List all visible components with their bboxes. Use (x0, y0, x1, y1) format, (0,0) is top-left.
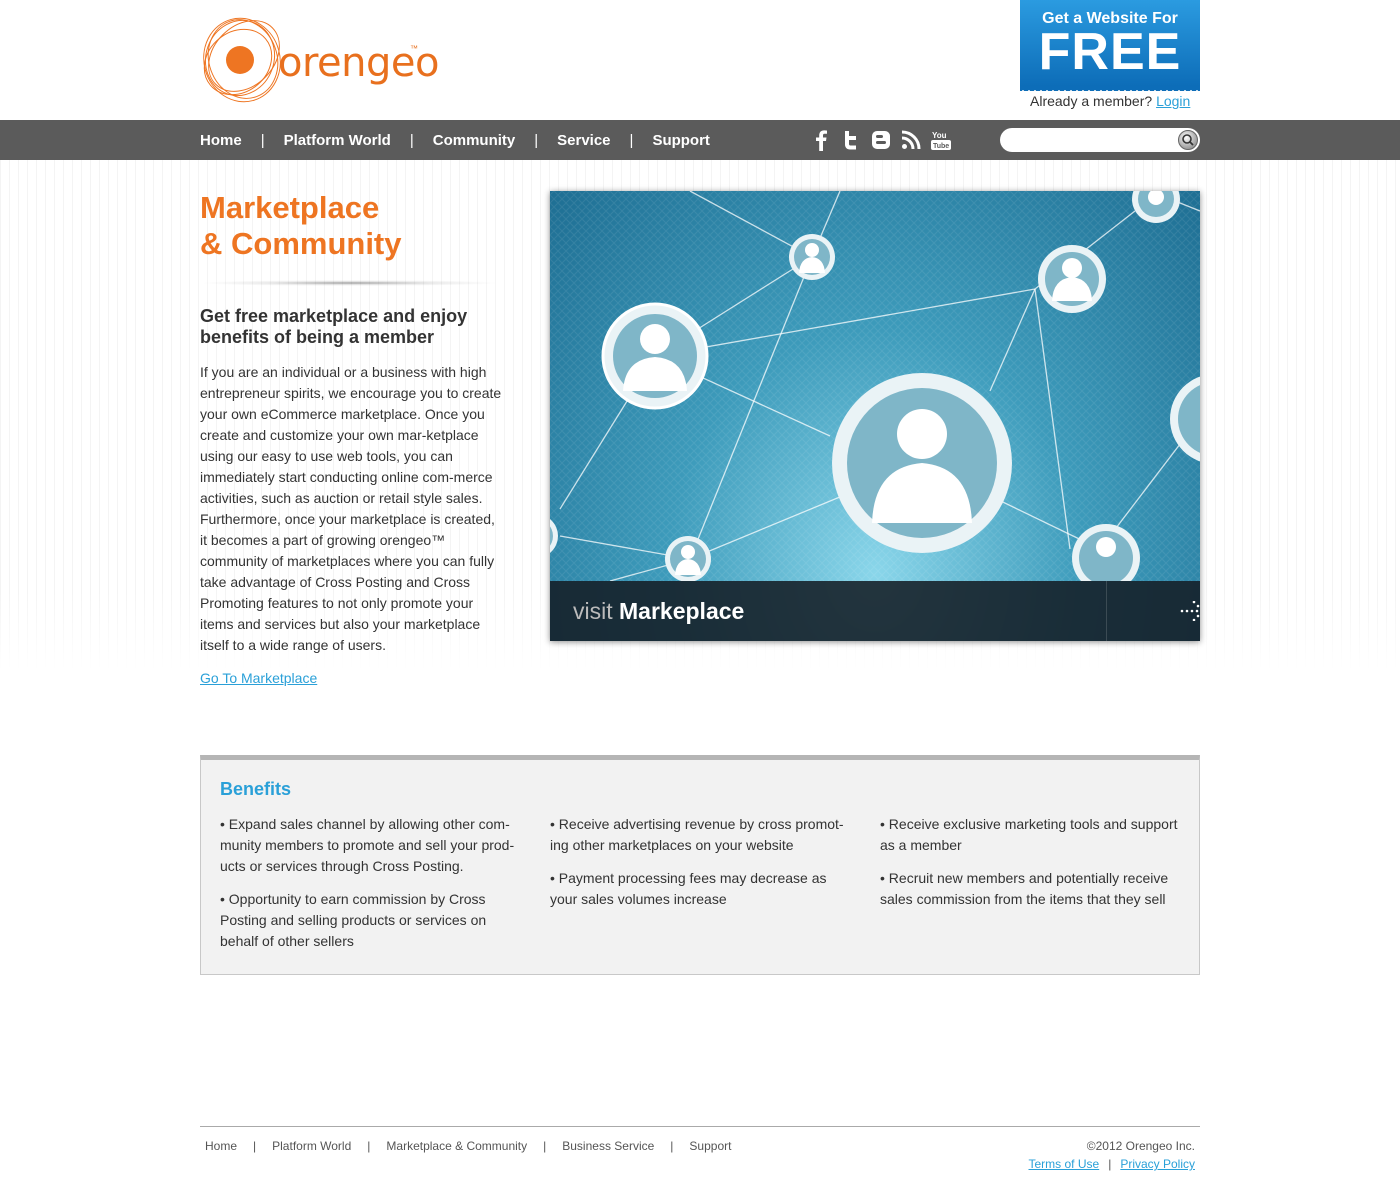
nav-item-community[interactable]: Community (433, 132, 516, 149)
benefits-column-1: • Expand sales channel by allowing other… (220, 814, 520, 964)
nav-separator: | (534, 131, 539, 149)
nav-separator: | (629, 131, 634, 149)
hero-caption-bar[interactable]: visit Markeplace (550, 581, 1200, 641)
title-line2: & Community (200, 226, 402, 261)
footer-separator: | (670, 1139, 674, 1153)
hero-caption: visit Markeplace (573, 598, 744, 625)
page-title: Marketplace & Community (200, 190, 402, 262)
footer-separator: | (543, 1139, 547, 1153)
legal-separator: | (1108, 1157, 1112, 1171)
benefit-item: • Expand sales channel by allowing other… (220, 816, 515, 874)
marketplace-hero-banner[interactable]: visit Markeplace (550, 191, 1200, 641)
login-link[interactable]: Login (1156, 93, 1190, 109)
footer-separator: | (253, 1139, 257, 1153)
search-button[interactable] (1178, 130, 1198, 150)
twitter-icon[interactable] (840, 129, 861, 151)
blogger-icon[interactable] (870, 129, 891, 151)
svg-text:Tube: Tube (933, 143, 949, 150)
benefits-heading: Benefits (220, 779, 292, 799)
youtube-icon[interactable]: You Tube (930, 129, 951, 151)
footer-separator: | (367, 1139, 371, 1153)
title-line1: Marketplace (200, 190, 380, 225)
benefit-item: • Payment processing fees may decrease a… (550, 870, 827, 907)
network-illustration (550, 191, 1200, 581)
footer-link-marketplace-community[interactable]: Marketplace & Community (386, 1139, 527, 1153)
privacy-policy-link[interactable]: Privacy Policy (1120, 1157, 1195, 1171)
facebook-icon[interactable] (810, 129, 831, 151)
social-icons: You Tube (810, 129, 951, 151)
benefit-item: • Recruit new members and potentially re… (880, 870, 1169, 907)
footer-divider (200, 1126, 1200, 1127)
free-banner-line2: FREE (1038, 23, 1182, 81)
logo-trademark: ™ (410, 44, 418, 53)
logo[interactable]: orengeo ™ (198, 12, 439, 107)
hero-caption-divider (1106, 581, 1107, 641)
footer-link-home[interactable]: Home (205, 1139, 237, 1153)
footer-nav: Home | Platform World | Marketplace & Co… (205, 1139, 731, 1153)
nav-items: Home | Platform World | Community | Serv… (200, 120, 710, 160)
intro-paragraph: If you are an individual or a business w… (200, 364, 502, 653)
footer-link-support[interactable]: Support (689, 1139, 731, 1153)
hero-target-word: Markeplace (619, 598, 745, 624)
search-input[interactable] (1000, 128, 1170, 152)
nav-separator: | (260, 131, 265, 149)
nav-item-home[interactable]: Home (200, 132, 242, 149)
benefits-panel: Benefits • Expand sales channel by allow… (200, 755, 1200, 975)
rss-icon[interactable] (900, 129, 921, 151)
benefit-item: • Opportunity to earn commission by Cros… (220, 891, 487, 949)
hero-visit-word: visit (573, 598, 613, 624)
legal-links: Terms of Use | Privacy Policy (1029, 1157, 1196, 1171)
svg-text:You: You (932, 131, 947, 140)
benefits-column-3: • Receive exclusive marketing tools and … (880, 814, 1180, 922)
member-line: Already a member? Login (1030, 93, 1190, 109)
nav-item-service[interactable]: Service (557, 132, 610, 149)
benefits-column-2: • Receive advertising revenue by cross p… (550, 814, 850, 922)
free-website-banner[interactable]: Get a Website For FREE (1020, 0, 1200, 91)
footer-link-business-service[interactable]: Business Service (562, 1139, 654, 1153)
go-to-marketplace-link[interactable]: Go To Marketplace (200, 670, 317, 686)
member-prompt: Already a member? (1030, 93, 1153, 109)
title-divider (200, 280, 500, 286)
copyright: ©2012 Orengeo Inc. (1086, 1139, 1195, 1153)
footer-link-platform-world[interactable]: Platform World (272, 1139, 351, 1153)
nav-item-platform-world[interactable]: Platform World (284, 132, 391, 149)
search-icon (1182, 134, 1194, 146)
benefit-item: • Receive advertising revenue by cross p… (550, 816, 844, 853)
header: orengeo ™ Get a Website For FREE Already… (0, 0, 1400, 120)
nav-separator: | (409, 131, 414, 149)
terms-of-use-link[interactable]: Terms of Use (1029, 1157, 1100, 1171)
benefit-item: • Receive exclusive marketing tools and … (880, 816, 1178, 853)
search-box (1000, 128, 1200, 152)
nav-item-support[interactable]: Support (652, 132, 710, 149)
page-subtitle: Get free marketplace and enjoy benefits … (200, 306, 468, 347)
